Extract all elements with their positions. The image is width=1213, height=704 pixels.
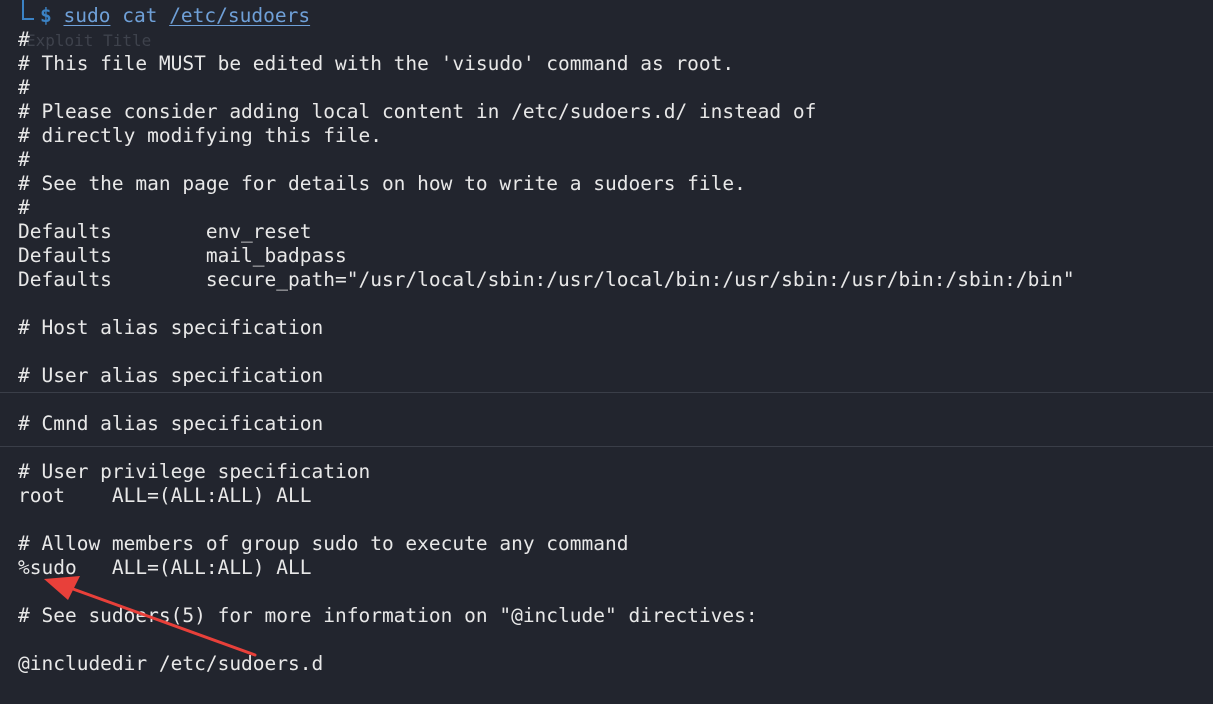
terminal-window[interactable]: Exploit Title $ sudo cat /etc/sudoers # … <box>0 0 1213 704</box>
output-line: # directly modifying this file. <box>18 124 382 147</box>
output-line: # <box>18 196 30 219</box>
background-divider <box>0 446 1213 447</box>
output-line: # Please consider adding local content i… <box>18 100 817 123</box>
prompt-dollar: $ <box>40 4 64 27</box>
output-line: Defaults env_reset <box>18 220 312 243</box>
output-line: # <box>18 28 30 51</box>
output-line: # This file MUST be edited with the 'vis… <box>18 52 735 75</box>
output-line-sudo-group: %sudo ALL=(ALL:ALL) ALL <box>18 556 312 579</box>
output-line: # User privilege specification <box>18 460 371 483</box>
output-line: Defaults secure_path="/usr/local/sbin:/u… <box>18 268 1075 291</box>
output-line: # User alias specification <box>18 364 324 387</box>
command-sudo: sudo <box>63 4 111 27</box>
background-window-text: Exploit Title <box>26 31 152 50</box>
output-line: # <box>18 76 30 99</box>
output-line: # Cmnd alias specification <box>18 412 324 435</box>
output-line: # Allow members of group sudo to execute… <box>18 532 629 555</box>
output-line: root ALL=(ALL:ALL) ALL <box>18 484 312 507</box>
output-line: Defaults mail_badpass <box>18 244 347 267</box>
command-path: /etc/sudoers <box>169 4 311 27</box>
prompt-bracket <box>22 2 34 20</box>
prompt-line: $ sudo cat /etc/sudoers <box>40 4 310 28</box>
command-cat: cat <box>122 4 158 27</box>
background-divider <box>0 392 1213 393</box>
output-line: # See the man page for details on how to… <box>18 172 746 195</box>
output-line: # <box>18 148 30 171</box>
output-line: # See sudoers(5) for more information on… <box>18 604 758 627</box>
output-line: @includedir /etc/sudoers.d <box>18 652 324 675</box>
output-line: # Host alias specification <box>18 316 324 339</box>
